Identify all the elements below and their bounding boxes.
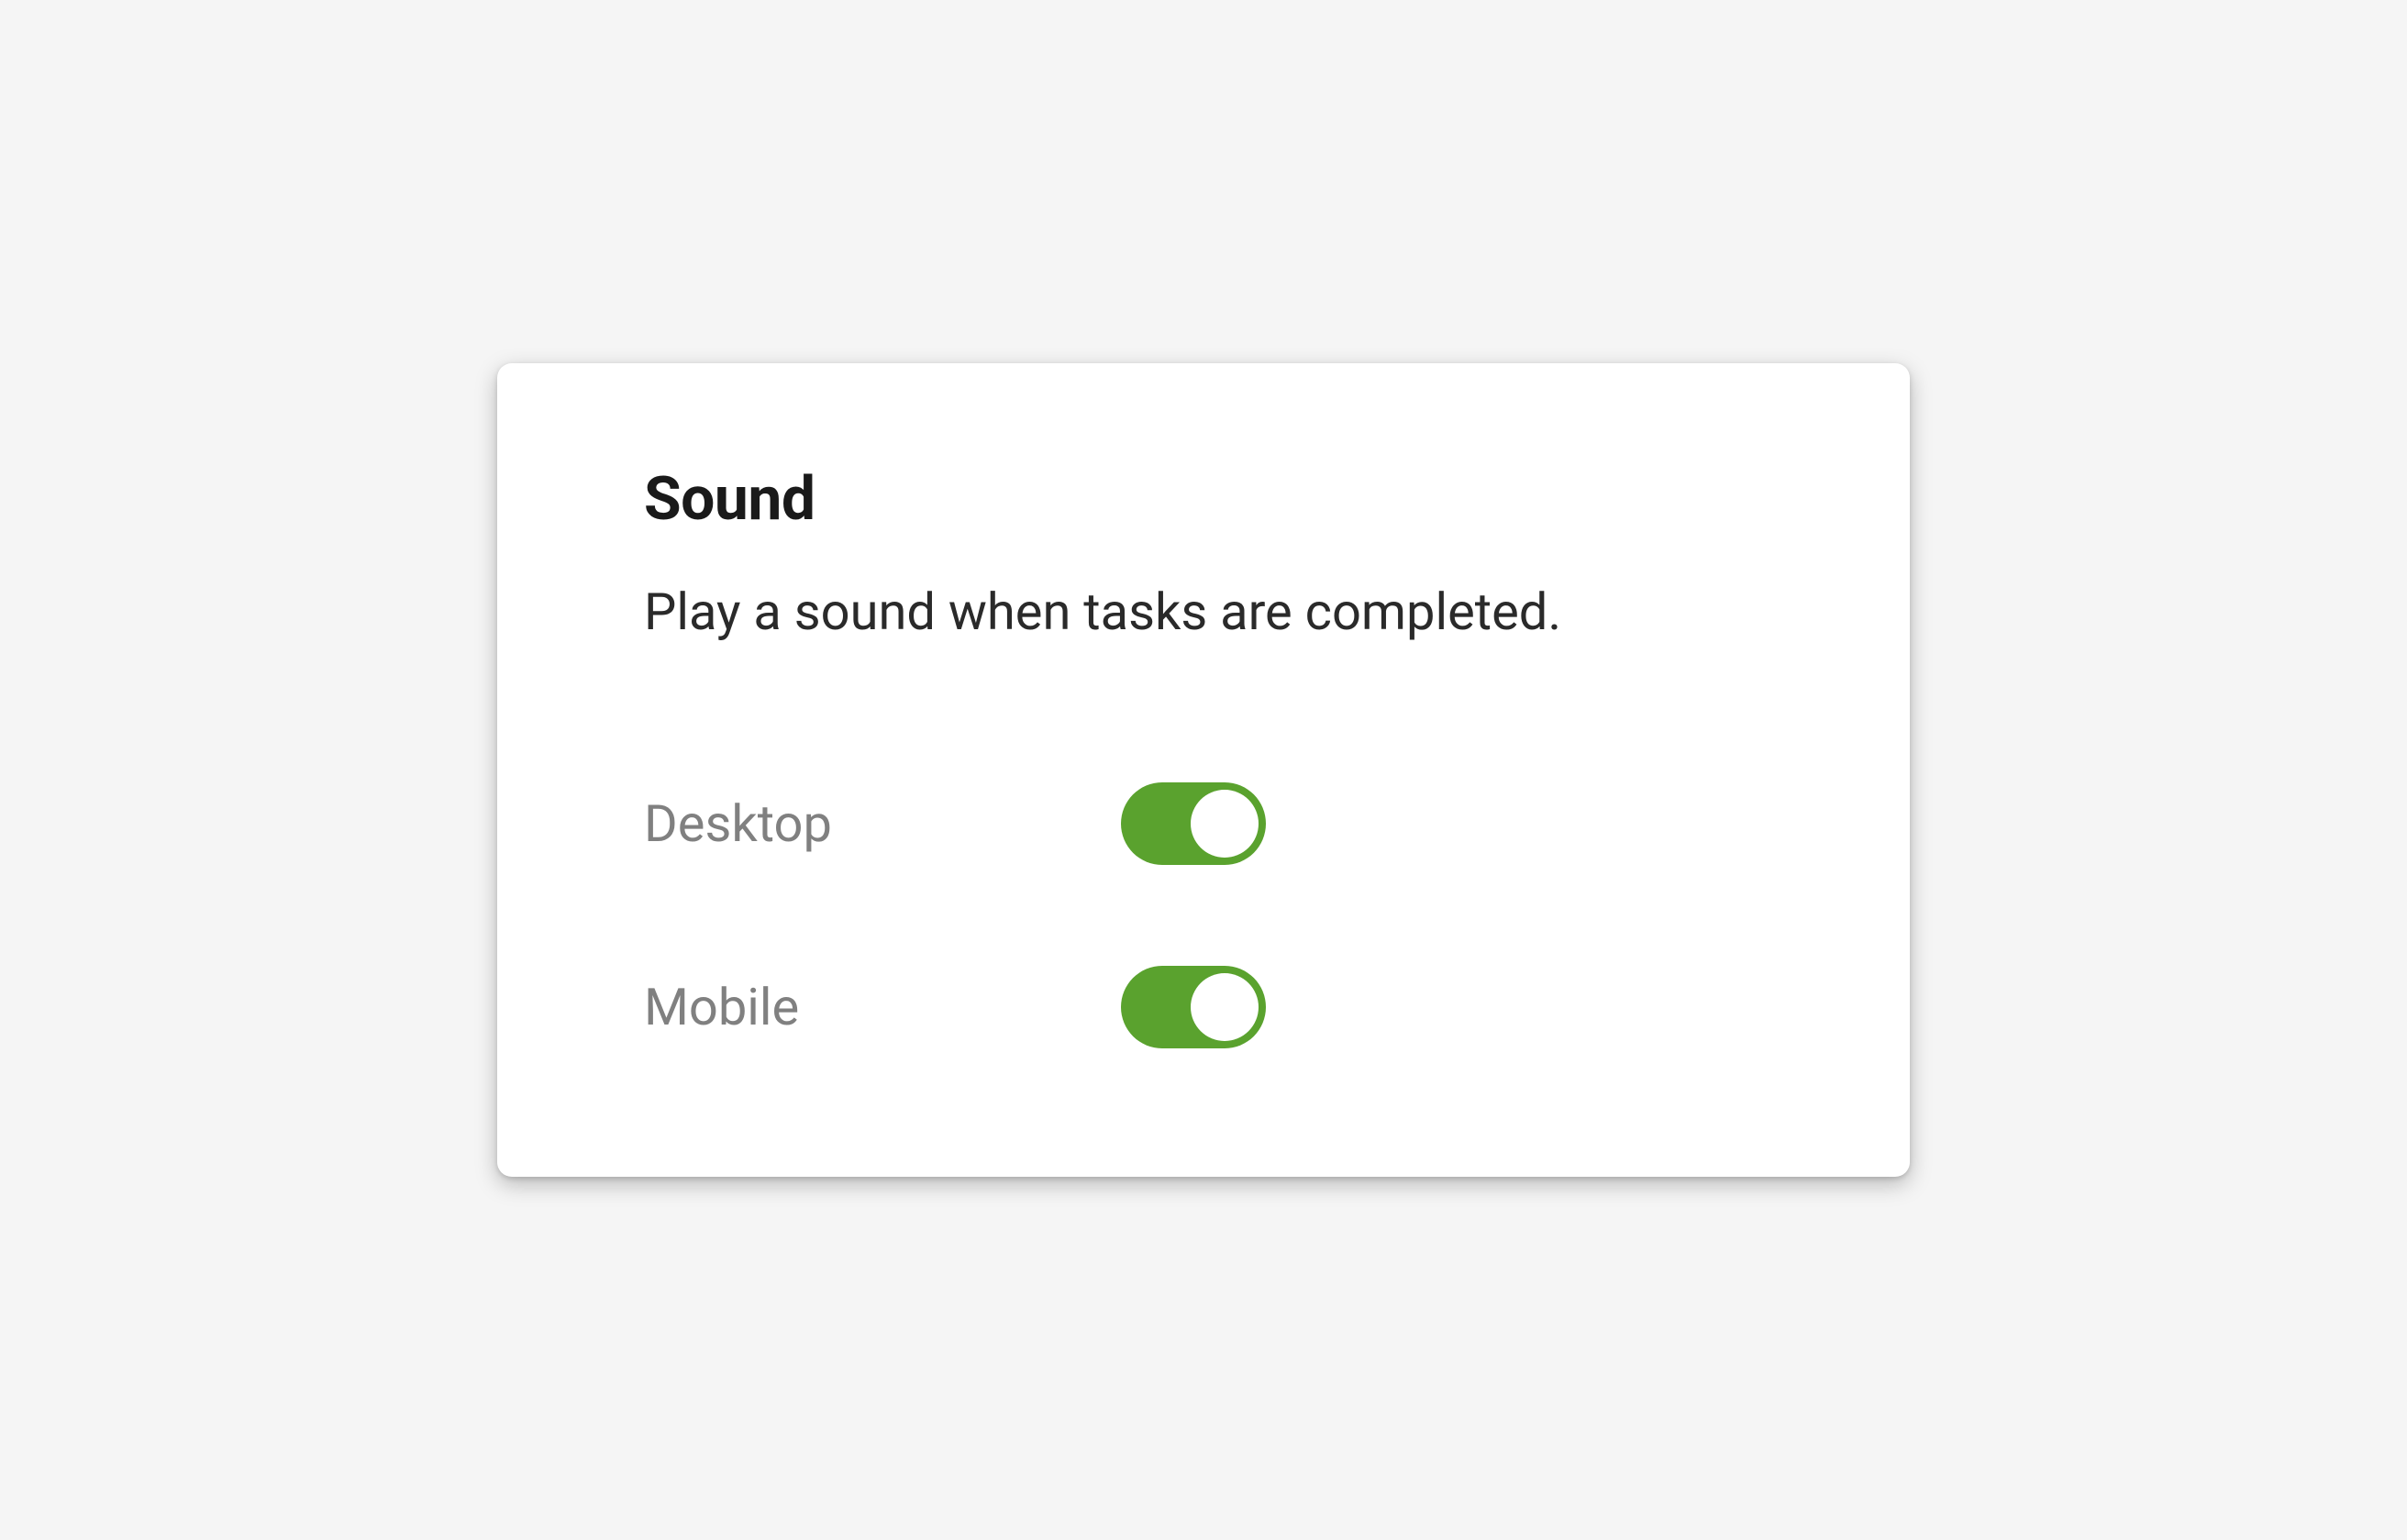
setting-row-mobile: Mobile xyxy=(644,966,1763,1048)
sound-settings-card: Sound Play a sound when tasks are comple… xyxy=(497,363,1910,1178)
toggle-mobile[interactable] xyxy=(1121,966,1266,1048)
setting-label-mobile: Mobile xyxy=(644,977,864,1037)
setting-row-desktop: Desktop xyxy=(644,782,1763,865)
section-title: Sound xyxy=(644,464,1763,535)
toggle-knob-icon xyxy=(1191,790,1259,858)
toggle-desktop[interactable] xyxy=(1121,782,1266,865)
setting-label-desktop: Desktop xyxy=(644,793,864,854)
toggle-knob-icon xyxy=(1191,973,1259,1041)
section-description: Play a sound when tasks are completed. xyxy=(644,579,1763,646)
